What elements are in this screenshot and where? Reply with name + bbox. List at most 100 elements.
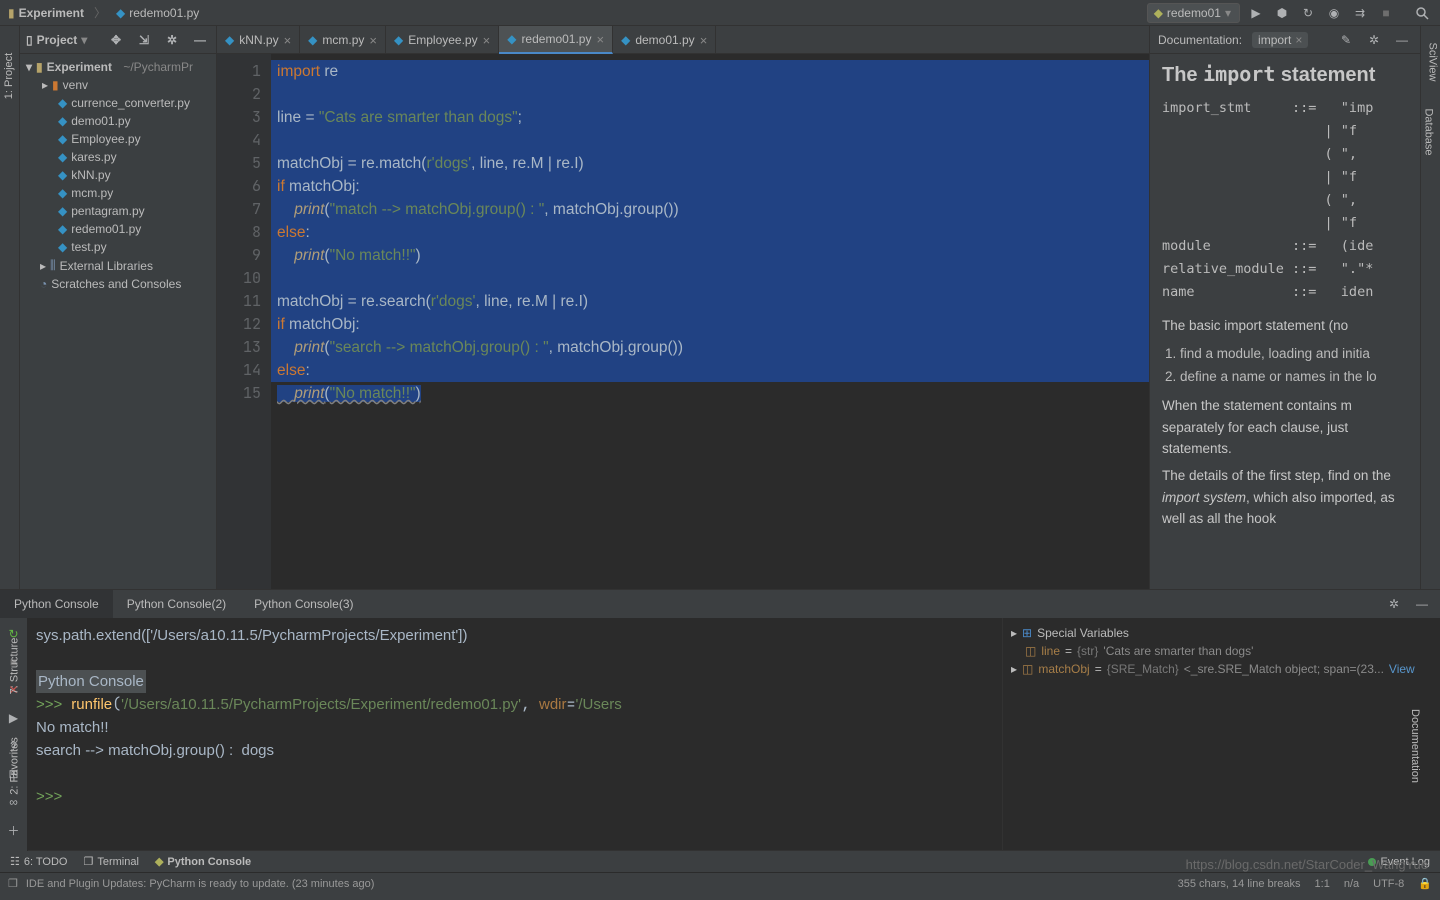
tree-file[interactable]: ◆Employee.py bbox=[20, 130, 216, 148]
console-tab[interactable]: Python Console(2) bbox=[113, 590, 240, 618]
chevron-right-icon: ▸ bbox=[1011, 626, 1017, 640]
settings-icon[interactable]: ✲ bbox=[1384, 594, 1404, 614]
scroll-from-source-button[interactable]: ✥ bbox=[106, 30, 126, 50]
run-with-coverage-button[interactable]: ↻ bbox=[1298, 3, 1318, 23]
variable-line[interactable]: ◫ line = {str} 'Cats are smarter than do… bbox=[1011, 642, 1432, 660]
new-console-button[interactable]: ＋ bbox=[4, 820, 24, 840]
variables-icon: ⊞ bbox=[1022, 626, 1032, 640]
status-encoding[interactable]: UTF-8 bbox=[1373, 878, 1404, 890]
close-icon[interactable]: × bbox=[700, 33, 708, 48]
tree-scratches[interactable]: ◔ Scratches and Consoles bbox=[20, 275, 216, 293]
status-bar: ❐ IDE and Plugin Updates: PyCharm is rea… bbox=[0, 872, 1440, 894]
tool-terminal-button[interactable]: ❐Terminal bbox=[83, 855, 138, 868]
doc-content[interactable]: The import statement import_stmt ::= "im… bbox=[1150, 54, 1420, 543]
profiler-button[interactable]: ◉ bbox=[1324, 3, 1344, 23]
tree-external-libraries[interactable]: ▸ ⫼ External Libraries bbox=[20, 256, 216, 275]
tool-todo-button[interactable]: ☷6: TODO bbox=[10, 855, 67, 868]
tree-file[interactable]: ◆currence_converter.py bbox=[20, 94, 216, 112]
settings-icon[interactable]: ✲ bbox=[1364, 30, 1384, 50]
tool-database-button[interactable]: Database bbox=[1422, 108, 1434, 155]
execute-button[interactable]: ▶ bbox=[4, 708, 24, 728]
tree-file[interactable]: ◆kNN.py bbox=[20, 166, 216, 184]
concurrency-button[interactable]: ⇉ bbox=[1350, 3, 1370, 23]
debug-button[interactable]: ⬢ bbox=[1272, 3, 1292, 23]
bottom-tool-stripe: ☷6: TODO ❐Terminal ◆Python Console Event… bbox=[0, 850, 1440, 872]
variable-matchobj[interactable]: ▸ ◫ matchObj = {SRE_Match} <_sre.SRE_Mat… bbox=[1011, 660, 1432, 678]
console-tabs: Python ConsolePython Console(2)Python Co… bbox=[0, 590, 1440, 618]
breadcrumb-file[interactable]: ◆ redemo01.py bbox=[116, 6, 199, 20]
hide-button[interactable]: — bbox=[1412, 594, 1432, 614]
python-icon: ◆ bbox=[1154, 6, 1163, 20]
editor-tab[interactable]: ◆Employee.py× bbox=[386, 26, 499, 54]
tree-file[interactable]: ◆demo01.py bbox=[20, 112, 216, 130]
stop-button[interactable]: ■ bbox=[1376, 3, 1396, 23]
history-button[interactable]: ∞ bbox=[4, 792, 24, 812]
project-tree[interactable]: ▾ ▮ Experiment ~/PycharmPr ▸ ▮ venv ◆cur… bbox=[20, 54, 216, 297]
status-caret-position[interactable]: 1:1 bbox=[1315, 878, 1330, 890]
doc-heading: The import statement bbox=[1162, 62, 1408, 87]
run-config-selector[interactable]: ◆ redemo01 ▾ bbox=[1147, 3, 1240, 23]
editor-tab[interactable]: ◆kNN.py× bbox=[217, 26, 300, 54]
breadcrumb-project[interactable]: ▮ Experiment bbox=[8, 6, 84, 20]
tree-root[interactable]: ▾ ▮ Experiment ~/PycharmPr bbox=[20, 58, 216, 76]
tree-file[interactable]: ◆redemo01.py bbox=[20, 220, 216, 238]
editor-tab[interactable]: ◆demo01.py× bbox=[613, 26, 716, 54]
tree-file[interactable]: ◆pentagram.py bbox=[20, 202, 216, 220]
python-file-icon: ◆ bbox=[58, 240, 67, 254]
chevron-down-icon[interactable]: ▾ bbox=[81, 33, 87, 47]
tool-favorites-button[interactable]: 2: Favorites bbox=[9, 737, 21, 794]
close-icon[interactable]: × bbox=[483, 33, 491, 48]
close-icon[interactable]: × bbox=[1295, 33, 1302, 47]
tool-project-button[interactable]: 1: Project bbox=[3, 53, 15, 99]
chevron-down-icon: ▾ bbox=[1225, 6, 1231, 20]
tree-venv[interactable]: ▸ ▮ venv bbox=[20, 76, 216, 94]
run-button[interactable]: ▶ bbox=[1246, 3, 1266, 23]
tree-file[interactable]: ◆kares.py bbox=[20, 148, 216, 166]
tree-file[interactable]: ◆mcm.py bbox=[20, 184, 216, 202]
project-tool-window: ▯ Project ▾ ✥ ⇲ ✲ — ▾ ▮ Experiment ~/Pyc… bbox=[20, 26, 217, 589]
editor-tab[interactable]: ◆redemo01.py× bbox=[499, 26, 613, 54]
close-icon[interactable]: × bbox=[369, 33, 377, 48]
python-file-icon: ◆ bbox=[58, 132, 67, 146]
status-icon[interactable]: ❐ bbox=[8, 877, 18, 890]
hide-button[interactable]: — bbox=[1392, 30, 1412, 50]
doc-tab[interactable]: import × bbox=[1252, 32, 1308, 48]
search-everywhere-button[interactable] bbox=[1412, 3, 1432, 23]
python-file-icon: ◆ bbox=[58, 222, 67, 236]
python-file-icon: ◆ bbox=[116, 6, 125, 20]
tool-structure-button[interactable]: 7: Structure bbox=[8, 638, 20, 695]
doc-header: Documentation: import × ✎ ✲ — bbox=[1150, 26, 1420, 54]
console-tab[interactable]: Python Console bbox=[0, 590, 113, 618]
folder-icon: ▮ bbox=[8, 6, 15, 20]
console-output[interactable]: sys.path.extend(['/Users/a10.11.5/Pychar… bbox=[28, 618, 1002, 851]
right-tool-stripe: SciView Database bbox=[1420, 26, 1440, 589]
tool-python-console-button[interactable]: ◆Python Console bbox=[155, 855, 251, 868]
close-icon[interactable]: × bbox=[596, 32, 604, 47]
editor-tab[interactable]: ◆mcm.py× bbox=[300, 26, 386, 54]
editor-tabs: ◆kNN.py×◆mcm.py×◆Employee.py×◆redemo01.p… bbox=[217, 26, 1149, 54]
left-tool-stripe: 1: Project bbox=[0, 26, 20, 589]
tool-documentation-button[interactable]: Documentation bbox=[1409, 709, 1421, 783]
lock-icon[interactable]: 🔒 bbox=[1418, 877, 1432, 890]
editor-area: ◆kNN.py×◆mcm.py×◆Employee.py×◆redemo01.p… bbox=[217, 26, 1149, 589]
settings-icon[interactable]: ✲ bbox=[162, 30, 182, 50]
event-log-button[interactable]: Event Log bbox=[1368, 856, 1430, 868]
project-view-icon: ▯ bbox=[26, 33, 33, 47]
doc-grammar: import_stmt ::= "imp | "f ( ", | "f ( ",… bbox=[1162, 97, 1408, 303]
console-tab[interactable]: Python Console(3) bbox=[240, 590, 367, 618]
console-prompt[interactable]: >>> bbox=[36, 788, 66, 805]
editor[interactable]: 123456789101112131415 import re line = "… bbox=[217, 54, 1149, 589]
breadcrumb: ▮ Experiment 〉 ◆ redemo01.py bbox=[8, 4, 199, 21]
variables-panel[interactable]: ▸ ⊞ Special Variables ◫ line = {str} 'Ca… bbox=[1002, 618, 1440, 851]
collapse-all-button[interactable]: ⇲ bbox=[134, 30, 154, 50]
edit-source-button[interactable]: ✎ bbox=[1336, 30, 1356, 50]
close-icon[interactable]: × bbox=[284, 33, 292, 48]
tree-file[interactable]: ◆test.py bbox=[20, 238, 216, 256]
special-variables-header[interactable]: ▸ ⊞ Special Variables bbox=[1011, 624, 1432, 642]
tool-sciview-button[interactable]: SciView bbox=[1427, 43, 1439, 82]
code-area[interactable]: import re line = "Cats are smarter than … bbox=[271, 54, 1149, 589]
folder-icon: ▮ bbox=[52, 78, 59, 92]
status-line-separator[interactable]: n/a bbox=[1344, 878, 1359, 890]
hide-button[interactable]: — bbox=[190, 30, 210, 50]
view-link[interactable]: View bbox=[1389, 662, 1415, 676]
